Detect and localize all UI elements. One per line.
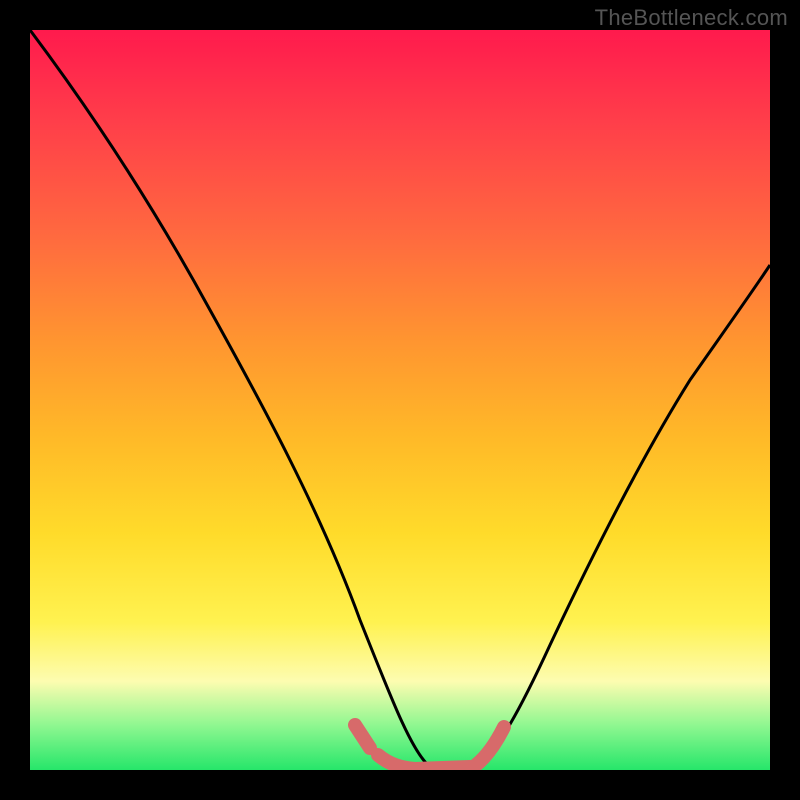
chart-svg (30, 30, 770, 770)
bottleneck-curve (30, 30, 770, 769)
chart-frame: TheBottleneck.com (0, 0, 800, 800)
fit-dot (495, 727, 505, 737)
watermark-text: TheBottleneck.com (595, 5, 788, 31)
plot-area (30, 30, 770, 770)
fit-dot (357, 731, 367, 741)
fit-overlay (355, 725, 504, 769)
